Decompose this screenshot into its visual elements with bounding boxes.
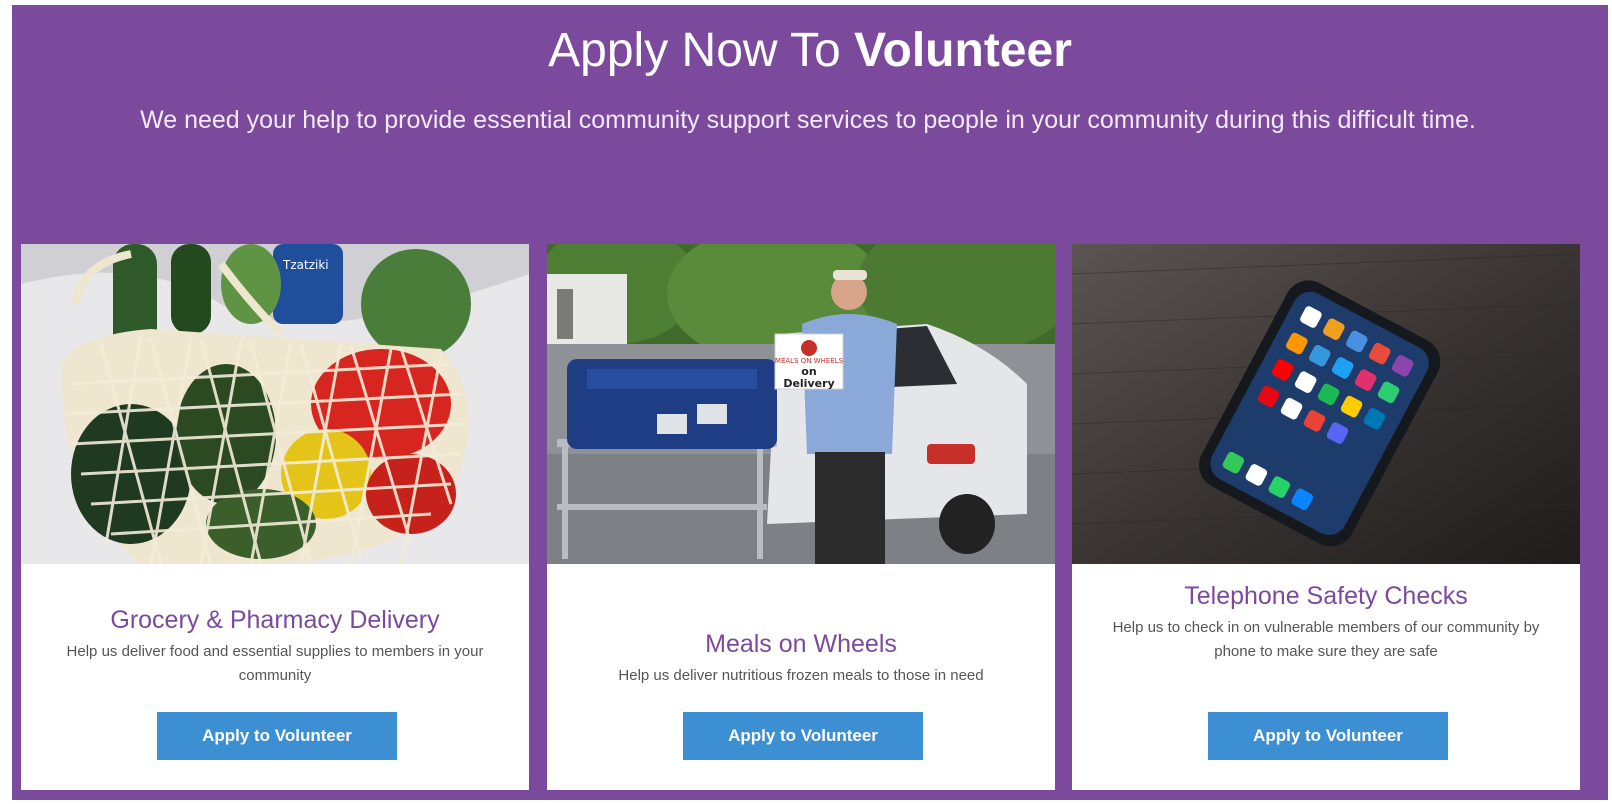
card-title: Meals on Wheels [705, 630, 897, 658]
apply-to-volunteer-button-meals[interactable]: Apply to Volunteer [683, 712, 923, 760]
apply-to-volunteer-button-telephone[interactable]: Apply to Volunteer [1208, 712, 1448, 760]
page-subtitle: We need your help to provide essential c… [140, 106, 1476, 134]
apply-to-volunteer-button-grocery[interactable]: Apply to Volunteer [157, 712, 397, 760]
card-description: Help us deliver food and essential suppl… [66, 643, 484, 684]
card-title: Grocery & Pharmacy Delivery [110, 606, 440, 634]
sign-text-line1: MEALS ON WHEELS [775, 357, 844, 365]
card-grocery-pharmacy: Tzatziki Grocery & Pharmacy Delivery Hel… [21, 244, 529, 790]
sign-text-line3: Delivery [783, 377, 834, 390]
title-emphasis: Volunteer [854, 24, 1072, 77]
card-description: Help us to check in on vulnerable member… [1112, 619, 1540, 660]
page-title: Apply Now To Volunteer [12, 23, 1608, 79]
card-telephone-safety: Telephone Safety Checks Help us to check… [1072, 244, 1580, 790]
smartphone-photo [1072, 244, 1580, 564]
svg-text:Tzatziki: Tzatziki [282, 258, 329, 272]
title-prefix: Apply Now To [548, 24, 841, 77]
card-description: Help us deliver nutritious frozen meals … [618, 667, 984, 684]
card-title: Telephone Safety Checks [1184, 582, 1468, 610]
grocery-bag-photo: Tzatziki [21, 244, 529, 564]
card-meals-on-wheels: MEALS ON WHEELS on Delivery Meals on Whe… [547, 244, 1055, 790]
volunteer-with-delivery-photo: MEALS ON WHEELS on Delivery [547, 244, 1055, 564]
